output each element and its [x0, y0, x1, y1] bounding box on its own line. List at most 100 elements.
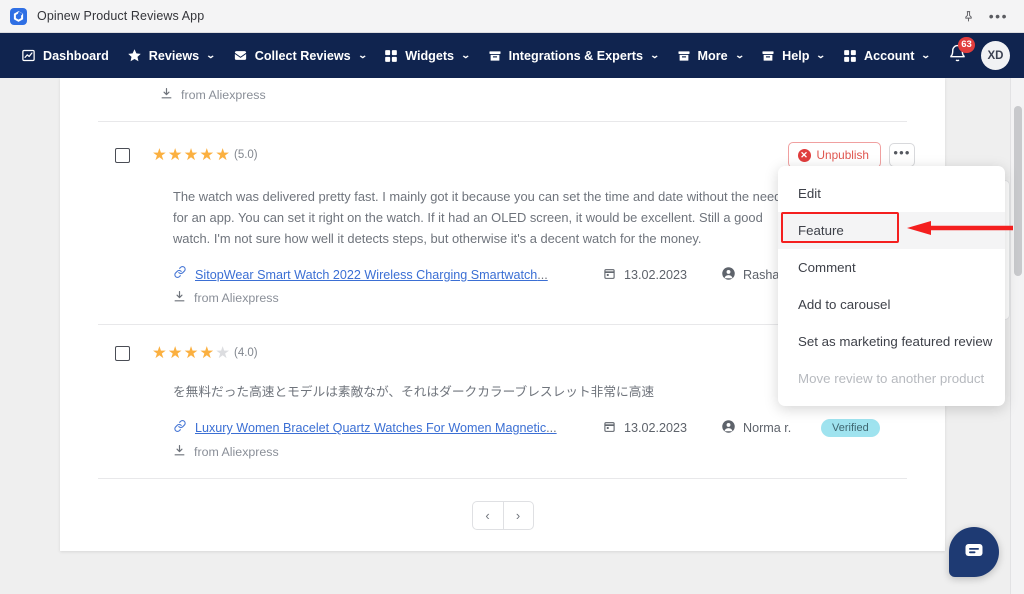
review-context-menu: Edit Feature Comment Add to carousel Set… — [778, 166, 1005, 406]
star-filled-icon: ★ — [199, 147, 214, 164]
download-icon — [173, 444, 186, 460]
grid-icon — [843, 49, 857, 63]
chevron-down-icon: ⌄ — [357, 50, 367, 61]
review-checkbox[interactable] — [115, 346, 130, 361]
menu-item-comment[interactable]: Comment — [778, 249, 1005, 286]
unpublish-button[interactable]: ✕ Unpublish — [788, 142, 881, 168]
product-link-text: Luxury Women Bracelet Quartz Watches For… — [195, 421, 546, 435]
menu-item-set-as-marketing-featured-review[interactable]: Set as marketing featured review — [778, 323, 1005, 360]
calendar-icon — [603, 267, 616, 283]
nav-label: Dashboard — [43, 49, 109, 63]
link-icon — [173, 265, 187, 284]
more-options-icon[interactable]: ••• — [989, 9, 1008, 23]
star-filled-icon: ★ — [199, 345, 214, 362]
box-icon — [488, 49, 502, 63]
chevron-down-icon: ⌄ — [816, 50, 826, 61]
chat-support-button[interactable] — [949, 527, 999, 577]
box-icon — [677, 49, 691, 63]
browser-title-bar: Opinew Product Reviews App ••• — [0, 0, 1024, 33]
nav-label: Collect Reviews — [255, 49, 351, 63]
pagination: ‹ › — [60, 479, 945, 530]
review-partial-top: from Aliexpress — [60, 78, 945, 122]
star-filled-icon: ★ — [152, 345, 167, 362]
rating-value: (4.0) — [234, 347, 258, 359]
menu-item-feature[interactable]: Feature — [778, 212, 1005, 249]
product-link-wrap[interactable]: Luxury Women Bracelet Quartz Watches For… — [173, 419, 603, 438]
nav-right-group: 63 XD — [948, 41, 1024, 70]
user-icon — [721, 419, 736, 437]
nav-item-help[interactable]: Help ⌄ — [752, 45, 834, 67]
download-icon — [160, 87, 173, 103]
pin-icon[interactable] — [962, 10, 975, 23]
review-source-label: from Aliexpress — [181, 88, 266, 102]
menu-item-edit[interactable]: Edit — [778, 175, 1005, 212]
review-checkbox[interactable] — [115, 148, 130, 163]
app-title: Opinew Product Reviews App — [37, 9, 204, 23]
main-navigation-bar: Dashboard Reviews ⌄ Collect Reviews ⌄ — [0, 33, 1024, 78]
review-date-text: 13.02.2023 — [624, 421, 687, 435]
envelope-icon — [233, 48, 248, 63]
review-date: 13.02.2023 — [603, 420, 721, 436]
nav-label: Integrations & Experts — [509, 49, 643, 63]
review-actions: ✕ Unpublish ••• — [788, 142, 915, 168]
nav-label: Help — [782, 49, 809, 63]
nav-item-widgets[interactable]: Widgets ⌄ — [375, 45, 478, 67]
star-filled-icon: ★ — [152, 147, 167, 164]
review-text: を無料だった高速とモデルは素敵なが、それはダークカラーブレスレット非常に高速 — [90, 362, 790, 403]
chevron-down-icon: ⌄ — [734, 50, 744, 61]
calendar-icon — [603, 420, 616, 436]
star-filled-icon: ★ — [184, 147, 199, 164]
x-circle-icon: ✕ — [798, 149, 811, 162]
grid-icon — [384, 49, 398, 63]
product-link-ellipsis: ... — [537, 268, 548, 282]
nav-label: Account — [864, 49, 914, 63]
product-link-wrap[interactable]: SitopWear Smart Watch 2022 Wireless Char… — [173, 265, 603, 284]
notifications-button[interactable]: 63 — [948, 44, 967, 68]
product-link[interactable]: SitopWear Smart Watch 2022 Wireless Char… — [195, 268, 548, 282]
review-author-name: Norma r. — [743, 421, 791, 435]
star-filled-icon: ★ — [215, 147, 230, 164]
nav-label: More — [698, 49, 728, 63]
chevron-down-icon: ⌄ — [650, 50, 660, 61]
review-more-menu-button[interactable]: ••• — [889, 143, 915, 167]
download-icon — [173, 290, 186, 306]
pagination-prev-button[interactable]: ‹ — [472, 501, 503, 530]
divider — [98, 478, 907, 479]
pagination-next-button[interactable]: › — [503, 501, 534, 530]
review-source: from Aliexpress — [90, 78, 915, 103]
nav-item-collect-reviews[interactable]: Collect Reviews ⌄ — [224, 44, 375, 67]
nav-label: Reviews — [149, 49, 199, 63]
chevron-down-icon: ⌄ — [921, 50, 931, 61]
avatar[interactable]: XD — [981, 41, 1010, 70]
notification-count-badge: 63 — [958, 37, 975, 53]
nav-item-account[interactable]: Account ⌄ — [834, 45, 939, 67]
product-link-text: SitopWear Smart Watch 2022 Wireless Char… — [195, 268, 537, 282]
pagination-group: ‹ › — [472, 501, 534, 530]
chevron-down-icon: ⌄ — [206, 50, 216, 61]
chat-bubble-icon — [962, 538, 986, 567]
review-date: 13.02.2023 — [603, 267, 721, 283]
star-filled-icon: ★ — [184, 345, 199, 362]
user-icon — [721, 266, 736, 284]
review-author: Norma r. — [721, 419, 821, 437]
nav-item-dashboard[interactable]: Dashboard — [12, 44, 118, 67]
review-header: ★ ★ ★ ★ ★ (5.0) ✕ Unpublish ••• — [90, 122, 915, 168]
nav-item-more[interactable]: More ⌄ — [668, 45, 753, 67]
review-source-label: from Aliexpress — [194, 291, 279, 305]
review-text: The watch was delivered pretty fast. I m… — [90, 168, 790, 249]
product-link[interactable]: Luxury Women Bracelet Quartz Watches For… — [195, 421, 557, 435]
nav-item-reviews[interactable]: Reviews ⌄ — [118, 44, 224, 67]
box-icon — [761, 49, 775, 63]
review-date-text: 13.02.2023 — [624, 268, 687, 282]
nav-label: Widgets — [405, 49, 454, 63]
chart-icon — [21, 48, 36, 63]
menu-item-add-to-carousel[interactable]: Add to carousel — [778, 286, 1005, 323]
product-link-ellipsis: ... — [546, 421, 557, 435]
page-scrollbar[interactable] — [1010, 78, 1024, 594]
scrollbar-thumb[interactable] — [1014, 106, 1022, 276]
star-empty-icon: ★ — [215, 345, 230, 362]
rating-value: (5.0) — [234, 149, 258, 161]
nav-item-integrations-experts[interactable]: Integrations & Experts ⌄ — [479, 45, 668, 67]
unpublish-label: Unpublish — [817, 148, 869, 162]
star-filled-icon: ★ — [168, 345, 183, 362]
